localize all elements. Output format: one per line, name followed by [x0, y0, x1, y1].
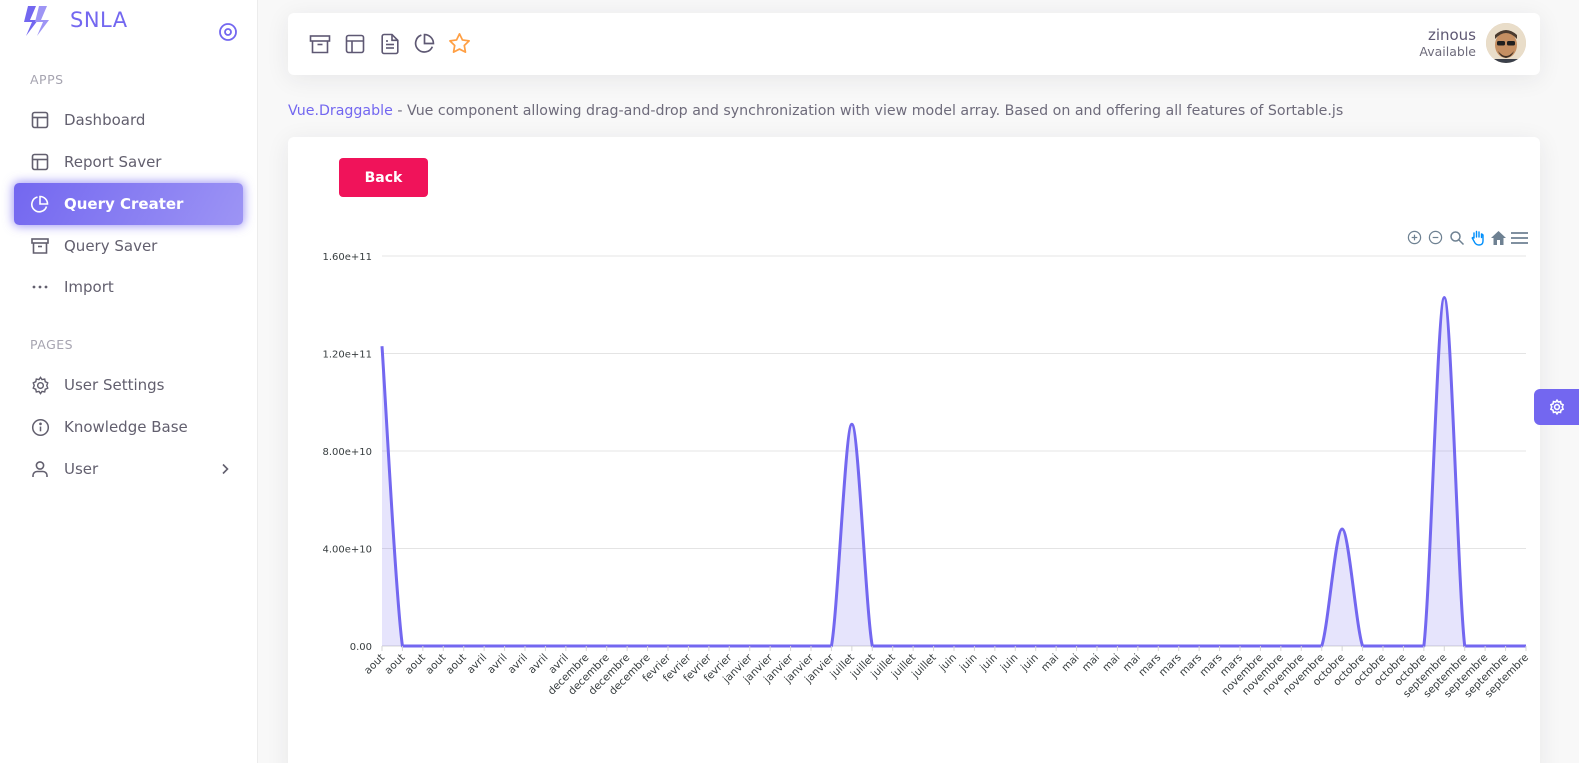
chart-card: Back 0.00 4.00e+10 8.00e+10 1.20e+11 1.60e+1… — [288, 137, 1540, 763]
sidebar-item-dashboard[interactable]: Dashboard — [14, 99, 243, 141]
layout-icon — [30, 152, 50, 172]
settings-icon — [30, 375, 50, 395]
pie-chart-icon[interactable] — [413, 32, 436, 55]
series-line — [380, 295, 1526, 648]
layout-icon[interactable] — [343, 32, 366, 55]
layout-icon — [30, 110, 50, 130]
sidebar-item-label: Report Saver — [64, 153, 162, 171]
brand[interactable]: SNLA — [22, 4, 128, 36]
x-tick-label: mars — [1177, 652, 1204, 679]
x-tick-label: avril — [526, 652, 551, 677]
x-tick-label: mai — [1039, 652, 1061, 674]
logo-icon — [24, 6, 49, 36]
collapse-toggle-icon[interactable] — [218, 22, 238, 42]
x-tick-label: mars — [1157, 652, 1184, 679]
x-tick-label: aout — [382, 652, 407, 677]
x-tick-label: mai — [1080, 652, 1102, 674]
y-tick-label: 0.00 — [350, 642, 372, 653]
x-tick-label: avril — [485, 652, 510, 677]
x-tick-label: avril — [465, 652, 490, 677]
x-tick-label: juin — [977, 652, 1000, 675]
user-status: Available — [1419, 44, 1476, 59]
sidebar-item-label: Knowledge Base — [64, 418, 188, 436]
chevron-right-icon — [222, 463, 229, 475]
sidebar-item-import[interactable]: Import — [14, 266, 243, 308]
star-icon[interactable] — [448, 32, 471, 55]
y-tick-label: 8.00e+10 — [322, 447, 372, 458]
x-tick-label: mai — [1100, 652, 1122, 674]
y-tick-label: 1.60e+11 — [322, 252, 372, 263]
sidebar-item-label: Query Creater — [64, 195, 184, 213]
x-tick-label: mars — [1198, 652, 1225, 679]
user-name: zinous — [1427, 26, 1476, 44]
x-tick-label: avril — [506, 652, 531, 677]
sidebar-item-query-creater[interactable]: Query Creater — [14, 183, 243, 225]
x-tick-label: aout — [362, 652, 387, 677]
x-tick-label: juin — [936, 652, 959, 675]
area-chart: 0.00 4.00e+10 8.00e+10 1.20e+11 1.60e+11 aout… — [322, 252, 1531, 700]
user-info: zinous Available — [1419, 26, 1476, 60]
avatar[interactable] — [1486, 23, 1526, 63]
description-text: - Vue component allowing drag-and-drop a… — [392, 103, 1344, 119]
x-tick-label: aout — [423, 652, 448, 677]
x-tick-label: aout — [444, 652, 469, 677]
x-tick-label: mai — [1059, 652, 1081, 674]
sidebar-item-knowledge-base[interactable]: Knowledge Base — [14, 406, 243, 448]
sidebar-item-label: Dashboard — [64, 111, 146, 129]
section-title-apps: APPS — [30, 72, 64, 87]
archive-icon — [30, 236, 50, 256]
user-dropdown[interactable]: zinous Available — [1419, 23, 1526, 63]
y-tick-label: 1.20e+11 — [322, 350, 372, 361]
sidebar-item-label: Query Saver — [64, 237, 158, 255]
pie-chart-icon — [30, 194, 50, 214]
user-icon — [30, 459, 50, 479]
vue-draggable-link[interactable]: Vue.Draggable — [288, 103, 393, 119]
brand-name: SNLA — [70, 8, 128, 32]
file-text-icon[interactable] — [378, 32, 401, 55]
sidebar: SNLA APPS Dashboard Report Saver Query C… — [0, 0, 258, 763]
x-tick-label: juin — [998, 652, 1021, 675]
more-horizontal-icon — [30, 277, 50, 297]
bookmark-icons — [308, 32, 471, 55]
theme-customizer-toggle[interactable] — [1534, 389, 1579, 425]
x-tick-label: mars — [1136, 652, 1163, 679]
sidebar-item-label: User — [64, 460, 99, 478]
x-tick-label: juin — [1018, 652, 1041, 675]
sidebar-item-user-settings[interactable]: User Settings — [14, 364, 243, 406]
sidebar-item-label: Import — [64, 278, 114, 296]
section-title-pages: PAGES — [30, 337, 74, 352]
settings-icon — [1549, 399, 1564, 415]
page-description: Vue.Draggable - Vue component allowing d… — [288, 103, 1343, 119]
sidebar-item-user[interactable]: User — [14, 448, 243, 490]
archive-icon[interactable] — [308, 32, 331, 55]
x-tick-label: aout — [403, 652, 428, 677]
sidebar-item-query-saver[interactable]: Query Saver — [14, 225, 243, 267]
top-navbar: zinous Available — [288, 13, 1540, 75]
info-icon — [30, 417, 50, 437]
y-tick-label: 4.00e+10 — [322, 545, 372, 556]
sidebar-item-report-saver[interactable]: Report Saver — [14, 141, 243, 183]
sidebar-item-label: User Settings — [64, 376, 165, 394]
x-tick-label: juin — [957, 652, 980, 675]
